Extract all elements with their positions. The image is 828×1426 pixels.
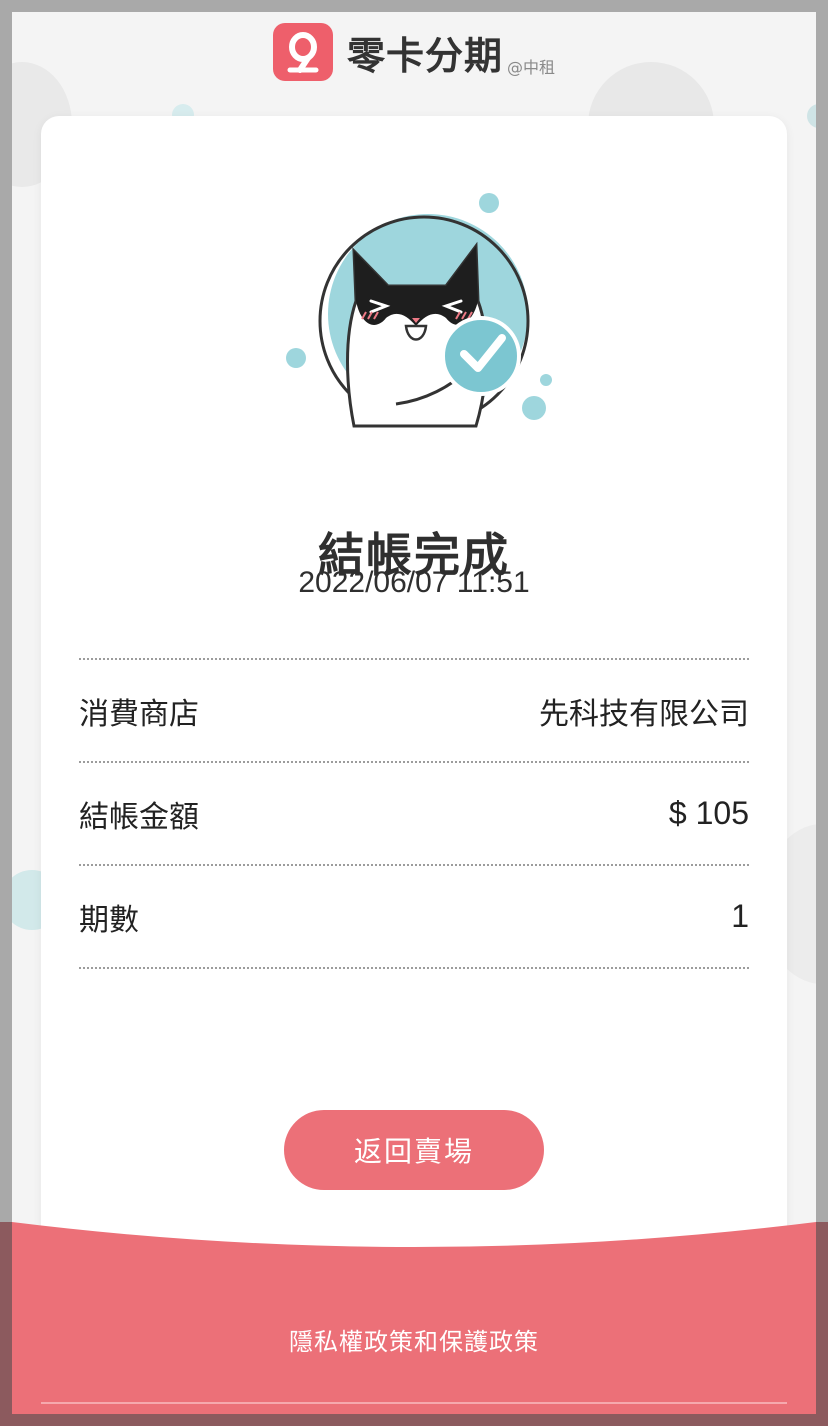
frame-edge (0, 1222, 12, 1426)
checkout-result-card: 結帳完成 2022/06/07 11:51 消費商店 先科技有限公司 結帳金額 … (41, 116, 787, 1316)
brand-subtitle: @中租 (507, 58, 556, 77)
installment-count: 1 (731, 898, 749, 934)
detail-row-amount: 結帳金額 $ 105 (79, 761, 749, 864)
return-to-store-button[interactable]: 返回賣場 (284, 1110, 544, 1190)
footer: 隱私權政策和保護政策 (12, 1212, 816, 1426)
cat-thumbs-up-check-icon (266, 186, 566, 446)
page: 零卡分期 @中租 結帳完成 2022/06/07 11:51 消費商店 先科技有… (12, 12, 816, 1426)
footer-wave (12, 1222, 816, 1426)
privacy-policy-link[interactable]: 隱私權政策和保護政策 (12, 1322, 816, 1357)
footer-divider (41, 1402, 787, 1404)
app-header: 零卡分期 @中租 (12, 12, 816, 92)
frame-edge (0, 1414, 828, 1426)
detail-label: 期數 (79, 902, 139, 938)
detail-label: 結帳金額 (79, 799, 199, 835)
zingala-logo-icon (272, 23, 333, 81)
brand-name: 零卡分期 (346, 33, 503, 78)
checkout-details: 消費商店 先科技有限公司 結帳金額 $ 105 期數 1 (79, 658, 749, 969)
detail-label: 消費商店 (79, 696, 199, 732)
checkout-amount: $ 105 (668, 795, 749, 831)
frame-edge (816, 1222, 828, 1426)
background-circle (807, 104, 816, 128)
merchant-name: 先科技有限公司 (539, 696, 749, 732)
detail-row-installments: 期數 1 (79, 864, 749, 969)
checkout-datetime: 2022/06/07 11:51 (298, 566, 530, 599)
detail-row-merchant: 消費商店 先科技有限公司 (79, 658, 749, 761)
